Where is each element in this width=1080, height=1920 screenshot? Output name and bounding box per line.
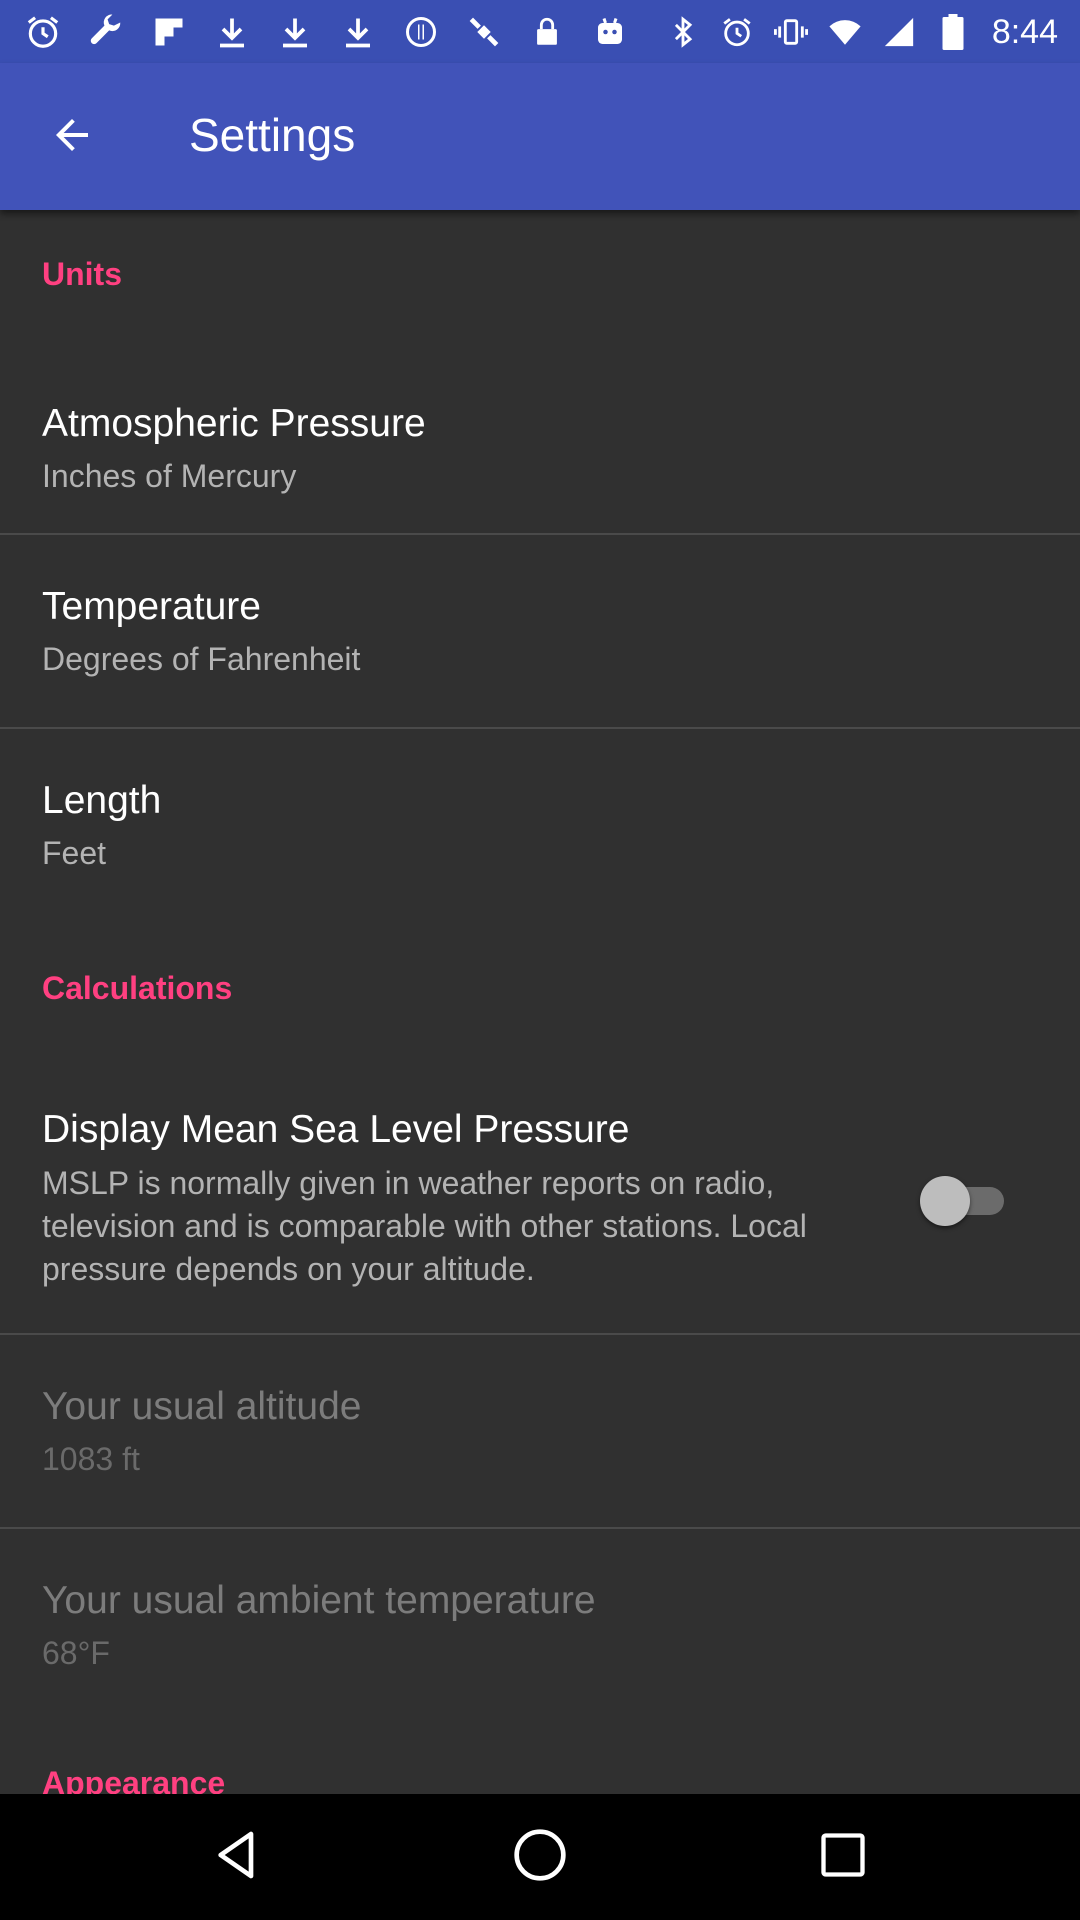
wifi-icon [826,13,864,51]
pref-usual-altitude[interactable]: Your usual altitude 1083 ft [0,1335,1080,1527]
battery-icon [934,13,972,51]
alarm-icon [22,12,63,53]
nav-recents-button[interactable] [803,1817,883,1897]
lock-icon [526,12,567,53]
toggle-thumb [920,1176,970,1226]
wrench-icon [85,12,126,53]
nav-back-button[interactable] [197,1817,277,1897]
robot-icon [589,12,630,53]
app-bar: Settings [0,63,1080,210]
pref-summary: Degrees of Fahrenheit [42,641,361,677]
vibrate-icon [772,13,810,51]
recents-square-icon [817,1829,869,1886]
back-button[interactable] [36,101,108,173]
bluetooth-icon [664,13,702,51]
back-triangle-icon [209,1827,265,1888]
status-icons-left [22,10,630,54]
status-bar: 8:44 [0,0,1080,63]
flipboard-icon [148,12,189,53]
satellite-icon [463,12,504,53]
pref-summary: MSLP is normally given in weather report… [42,1165,807,1287]
signal-circle-icon [400,12,441,53]
alarm-icon [718,13,756,51]
arrow-back-icon [48,111,96,164]
pref-title: Display Mean Sea Level Pressure [42,1108,630,1151]
pref-title: Your usual altitude [42,1385,362,1428]
home-circle-icon [512,1827,568,1888]
pref-summary: 68°F [42,1635,110,1671]
cell-signal-icon [880,13,918,51]
category-units: Units [42,256,122,292]
pref-usual-ambient-temperature[interactable]: Your usual ambient temperature 68°F [0,1529,1080,1719]
status-time: 8:44 [991,12,1058,51]
pref-summary: Feet [42,835,107,871]
navigation-bar [0,1794,1080,1920]
download-icon [337,12,378,53]
nav-home-button[interactable] [500,1817,580,1897]
pref-title: Your usual ambient temperature [42,1579,596,1622]
pref-title: Length [42,779,162,822]
page-title: Settings [189,109,356,161]
category-appearance: Appearance [42,1765,226,1794]
pref-atmospheric-pressure[interactable]: Atmospheric Pressure Inches of Mercury [0,370,1080,526]
pref-summary: 1083 ft [42,1441,140,1477]
pref-display-mslp[interactable]: Display Mean Sea Level Pressure MSLP is … [0,1080,1080,1332]
pref-length[interactable]: Length Feet [0,729,1080,919]
pref-title: Atmospheric Pressure [42,402,426,445]
pref-title: Temperature [42,585,261,628]
download-icon [211,12,252,53]
settings-list[interactable]: Units Atmospheric Pressure Inches of Mer… [0,210,1080,1794]
status-icons-right: 8:44 [664,10,1058,54]
pref-summary: Inches of Mercury [42,458,297,494]
pref-temperature[interactable]: Temperature Degrees of Fahrenheit [0,535,1080,727]
download-icon [274,12,315,53]
mslp-toggle-switch[interactable] [920,1176,1012,1226]
category-calculations: Calculations [42,970,233,1006]
